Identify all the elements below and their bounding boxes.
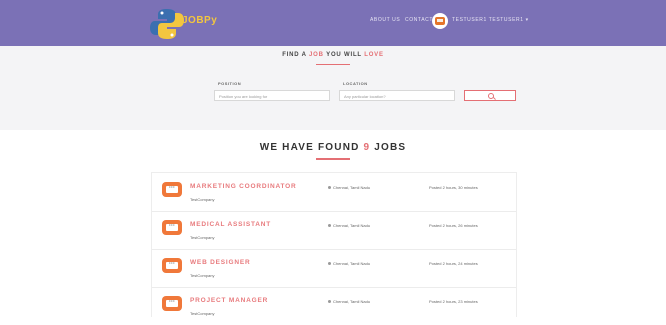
brand-name[interactable]: JOBPy [182, 15, 217, 26]
search-title: FIND A JOB YOU WILL LOVE [0, 52, 666, 58]
search-title-highlight: JOB [309, 52, 324, 58]
location-label: LOCATION [343, 81, 368, 86]
nav-about-us[interactable]: ABOUT US [370, 17, 400, 23]
search-button[interactable] [464, 90, 516, 101]
job-title[interactable]: MEDICAL ASSISTANT [190, 221, 271, 228]
job-location: Chennai, Tamil Nadu [328, 299, 370, 304]
job-title[interactable]: PROJECT MANAGER [190, 297, 268, 304]
job-company: TestCompany [190, 235, 215, 240]
job-location: Chennai, Tamil Nadu [328, 223, 370, 228]
laptop-icon: ··· [162, 220, 182, 235]
search-section [0, 46, 666, 130]
job-row[interactable]: ··· WEB DESIGNER TestCompany Chennai, Ta… [152, 249, 516, 288]
results-heading-part: JOBS [370, 142, 407, 153]
job-row[interactable]: ··· PROJECT MANAGER TestCompany Chennai,… [152, 287, 516, 325]
location-input[interactable]: Any particular location? [339, 90, 455, 101]
job-list: ··· MARKETING COORDINATOR TestCompany Ch… [151, 172, 517, 317]
laptop-icon: ··· [162, 258, 182, 273]
title-underline [316, 64, 350, 65]
search-title-part: FIND A [282, 52, 310, 58]
job-row[interactable]: ··· MEDICAL ASSISTANT TestCompany Chenna… [152, 211, 516, 250]
job-posted: Posted 2 hours, 30 minutes [429, 185, 478, 190]
job-posted: Posted 2 hours, 24 minutes [429, 261, 478, 266]
location-pin-icon [328, 262, 331, 265]
results-underline [316, 158, 350, 160]
nav-contact[interactable]: CONTACT [405, 17, 433, 23]
job-posted: Posted 2 hours, 23 minutes [429, 299, 478, 304]
python-logo-icon[interactable] [149, 7, 185, 41]
location-pin-icon [328, 300, 331, 303]
job-posted: Posted 2 hours, 26 minutes [429, 223, 478, 228]
job-title[interactable]: MARKETING COORDINATOR [190, 183, 296, 190]
job-row[interactable]: ··· MARKETING COORDINATOR TestCompany Ch… [152, 173, 516, 212]
search-title-highlight: LOVE [364, 52, 384, 58]
job-company: TestCompany [190, 197, 215, 202]
job-company: TestCompany [190, 273, 215, 278]
job-location: Chennai, Tamil Nadu [328, 185, 370, 190]
job-company: TestCompany [190, 311, 215, 316]
results-heading: WE HAVE FOUND 9 JOBS [0, 142, 666, 153]
position-label: POSITION [218, 81, 242, 86]
results-heading-part: WE HAVE FOUND [259, 142, 364, 153]
job-location-text: Chennai, Tamil Nadu [333, 299, 371, 304]
position-input[interactable]: Position you are looking for [214, 90, 330, 101]
laptop-icon: ··· [162, 182, 182, 197]
job-location: Chennai, Tamil Nadu [328, 261, 370, 266]
top-navbar: JOBPy ABOUT US CONTACT TESTUSER1 TESTUSE… [0, 0, 666, 46]
user-menu[interactable]: TESTUSER1 TESTUSER1 ▾ [452, 17, 529, 23]
job-location-text: Chennai, Tamil Nadu [333, 185, 371, 190]
laptop-icon: ··· [162, 296, 182, 311]
job-location-text: Chennai, Tamil Nadu [333, 261, 371, 266]
location-pin-icon [328, 186, 331, 189]
job-location-text: Chennai, Tamil Nadu [333, 223, 371, 228]
search-title-part: YOU WILL [323, 52, 365, 58]
location-pin-icon [328, 224, 331, 227]
user-avatar[interactable] [432, 13, 448, 29]
job-title[interactable]: WEB DESIGNER [190, 259, 251, 266]
